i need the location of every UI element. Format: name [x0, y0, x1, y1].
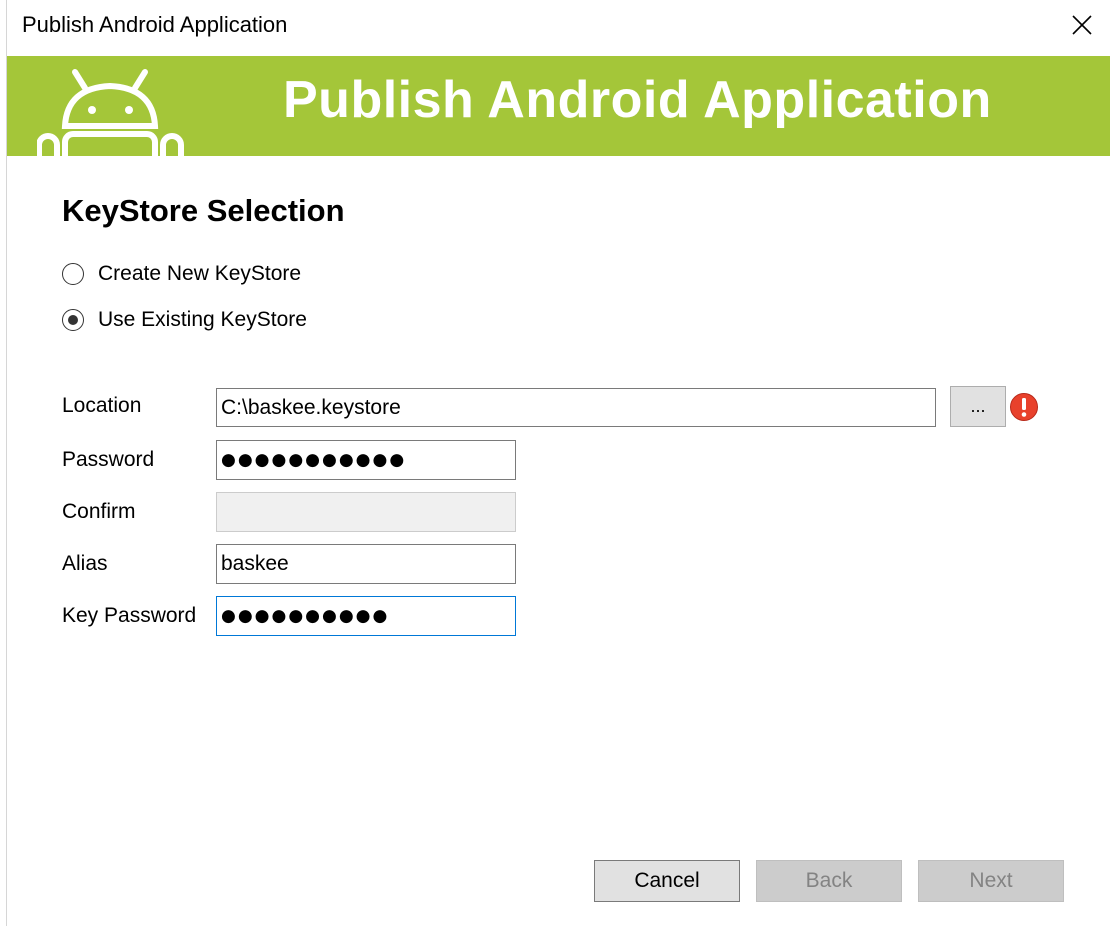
title-bar: Publish Android Application [7, 0, 1110, 56]
confirm-input[interactable] [216, 492, 516, 532]
window-left-edge [0, 0, 7, 926]
radio-button[interactable] [62, 263, 84, 285]
next-button[interactable]: Next [918, 860, 1064, 902]
cancel-button[interactable]: Cancel [594, 860, 740, 902]
radio-selected-dot [68, 315, 78, 325]
android-logo-icon [37, 69, 184, 156]
alias-label: Alias [62, 552, 108, 575]
alias-input[interactable]: baskee [216, 544, 516, 584]
password-input[interactable]: ●●●●●●●●●●● [216, 440, 516, 480]
close-icon [1072, 15, 1092, 35]
section-heading: KeyStore Selection [62, 193, 345, 228]
password-label: Password [62, 448, 155, 471]
header-banner: Publish Android Application [7, 56, 1110, 156]
error-icon [1010, 393, 1038, 421]
back-button[interactable]: Back [756, 860, 902, 902]
radio-use-existing-keystore[interactable]: Use Existing KeyStore [62, 308, 307, 332]
radio-label: Use Existing KeyStore [98, 308, 307, 331]
key-password-label: Key Password [62, 604, 197, 627]
radio-create-new-keystore[interactable]: Create New KeyStore [62, 262, 301, 286]
key-password-input[interactable]: ●●●●●●●●●● [216, 596, 516, 636]
confirm-label: Confirm [62, 500, 136, 523]
publish-dialog: Publish Android Application Publish Andr… [0, 0, 1110, 926]
browse-button[interactable]: ... [950, 386, 1006, 427]
close-button[interactable] [1054, 0, 1110, 50]
location-label: Location [62, 394, 142, 417]
radio-button[interactable] [62, 309, 84, 331]
radio-label: Create New KeyStore [98, 262, 302, 285]
banner-title: Publish Android Application [283, 71, 992, 129]
window-title: Publish Android Application [22, 12, 288, 37]
location-input[interactable]: C:\baskee.keystore [216, 388, 936, 427]
